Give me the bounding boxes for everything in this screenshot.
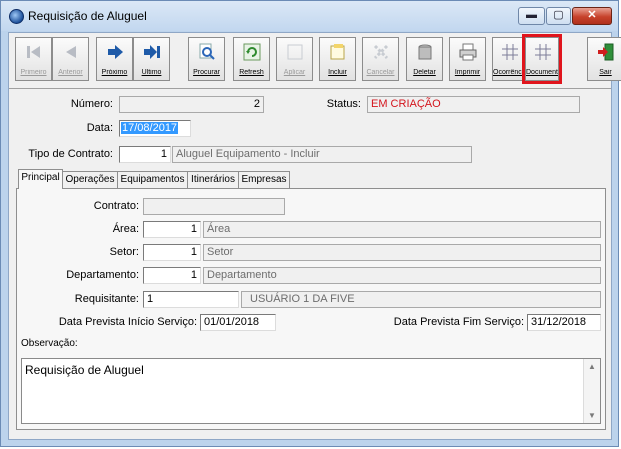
cancel-icon <box>372 43 390 61</box>
contrato-label: Contrato: <box>93 200 139 212</box>
app-icon <box>9 9 24 24</box>
tab-operacoes[interactable]: Operações <box>62 171 118 188</box>
scroll-up-icon[interactable]: ▲ <box>588 362 596 371</box>
toolbar-button-documento[interactable]: Documento <box>522 34 562 84</box>
data-field[interactable]: 17/08/2017 <box>119 120 191 137</box>
toolbar-button-label: Procurar <box>193 69 220 76</box>
tab-principal[interactable]: Principal <box>18 169 63 189</box>
last-icon <box>143 43 161 61</box>
observacao-scrollbar[interactable]: ▲ ▼ <box>583 359 600 423</box>
toolbar-button-incluir[interactable]: Incluir <box>319 37 356 81</box>
data-fim-label: Data Prevista Fim Serviço: <box>393 316 524 328</box>
delete-icon <box>416 43 434 61</box>
toolbar-button-refresh[interactable]: Refresh <box>233 37 270 81</box>
title-bar[interactable]: Requisição de Aluguel ▬ ▢ ✕ <box>1 1 618 31</box>
toolbar-button-label: Aplicar <box>283 69 306 76</box>
toolbar-button-procurar[interactable]: Procurar <box>188 37 225 81</box>
departamento-desc-field: Departamento <box>203 267 601 284</box>
status-value: EM CRIAÇÃO <box>371 98 441 110</box>
numero-label: Número: <box>70 98 113 110</box>
toolbar-button-label: Próximo <box>101 69 128 76</box>
toolbar-button-ultimo[interactable]: Último <box>133 37 170 81</box>
status-label: Status: <box>326 98 361 110</box>
status-field[interactable]: EM CRIAÇÃO <box>367 96 580 113</box>
toolbar-button-label: Anterior <box>58 69 83 76</box>
tab-empresas[interactable]: Empresas <box>238 171 290 188</box>
tab-itinerarios[interactable]: Itinerários <box>187 171 239 188</box>
data-value: 17/08/2017 <box>121 122 179 134</box>
toolbar-button-label: Último <box>141 69 162 76</box>
toolbar-button-primeiro[interactable]: Primeiro <box>15 37 52 81</box>
data-fim-field[interactable]: 31/12/2018 <box>527 314 601 331</box>
toolbar-button-imprimir[interactable]: Imprimir <box>449 37 486 81</box>
grid-icon <box>501 43 519 61</box>
maximize-button[interactable]: ▢ <box>546 7 571 25</box>
search-icon <box>198 43 216 61</box>
minimize-button[interactable]: ▬ <box>518 7 545 25</box>
data-inicio-label: Data Prevista Início Serviço: <box>58 316 197 328</box>
departamento-code-field[interactable]: 1 <box>143 267 201 284</box>
toolbar-button-label: Documento <box>526 69 558 76</box>
toolbar-button-deletar[interactable]: Deletar <box>406 37 443 81</box>
next-icon <box>106 43 124 61</box>
area-desc-field: Área <box>203 221 601 238</box>
toolbar-button-label: Cancelar <box>366 69 395 76</box>
main-window: Requisição de Aluguel ▬ ▢ ✕ Primeiro Ante… <box>0 0 621 447</box>
close-button[interactable]: ✕ <box>572 7 612 25</box>
toolbar-button-aplicar[interactable]: Aplicar <box>276 37 313 81</box>
toolbar-button-proximo[interactable]: Próximo <box>96 37 133 81</box>
observacao-text: Requisição de Aluguel <box>25 363 144 377</box>
print-icon <box>459 43 477 61</box>
grid-icon <box>534 43 552 61</box>
tab-panel-principal: Contrato: Área: 1 Área Setor: 1 Setor De… <box>16 188 606 430</box>
toolbar: Primeiro Anterior Próximo Último Procurar Ref… <box>9 33 621 89</box>
scroll-down-icon[interactable]: ▼ <box>588 411 596 420</box>
contrato-field[interactable] <box>143 198 285 215</box>
area-code-field[interactable]: 1 <box>143 221 201 238</box>
toolbar-button-label: Deletar <box>413 69 436 76</box>
exit-icon <box>597 43 615 61</box>
setor-code-field[interactable]: 1 <box>143 244 201 261</box>
observacao-textarea[interactable]: Requisição de Aluguel ▲ ▼ <box>21 358 601 424</box>
observacao-label: Observação: <box>21 338 78 349</box>
requisitante-label: Requisitante: <box>74 293 139 305</box>
refresh-icon <box>243 43 261 61</box>
data-inicio-field[interactable]: 01/01/2018 <box>200 314 276 331</box>
toolbar-button-label: Incluir <box>328 69 347 76</box>
requisitante-code-field[interactable]: 1 <box>143 291 239 308</box>
toolbar-button-label: Sair <box>599 69 612 76</box>
numero-field[interactable]: 2 <box>119 96 264 113</box>
setor-desc-field: Setor <box>203 244 601 261</box>
toolbar-button-sair[interactable]: Sair <box>587 37 621 81</box>
toolbar-button-ocorrencia[interactable]: Ocorrência <box>492 37 526 81</box>
toolbar-button-label: Ocorrência <box>493 69 525 76</box>
first-icon <box>25 43 43 61</box>
window-title: Requisição de Aluguel <box>28 9 147 23</box>
setor-label: Setor: <box>109 246 139 258</box>
tipo-contrato-code-field[interactable]: 1 <box>119 146 171 163</box>
add-icon <box>329 43 347 61</box>
area-label: Área: <box>112 223 139 235</box>
departamento-label: Departamento: <box>66 269 139 281</box>
apply-icon <box>286 43 304 61</box>
tipo-contrato-desc-field: Aluguel Equipamento - Incluir <box>172 146 472 163</box>
tab-equipamentos[interactable]: Equipamentos <box>117 171 188 188</box>
toolbar-button-cancelar[interactable]: Cancelar <box>362 37 399 81</box>
requisitante-desc-field: USUÁRIO 1 DA FIVE <box>241 291 601 308</box>
data-label: Data: <box>86 122 113 134</box>
previous-icon <box>62 43 80 61</box>
tipo-contrato-label: Tipo de Contrato: <box>28 148 113 160</box>
toolbar-button-label: Primeiro <box>20 69 47 76</box>
client-area: Primeiro Anterior Próximo Último Procurar Ref… <box>8 32 621 440</box>
toolbar-button-label: Imprimir <box>454 69 481 76</box>
toolbar-button-anterior[interactable]: Anterior <box>52 37 89 81</box>
toolbar-button-label: Refresh <box>239 69 264 76</box>
